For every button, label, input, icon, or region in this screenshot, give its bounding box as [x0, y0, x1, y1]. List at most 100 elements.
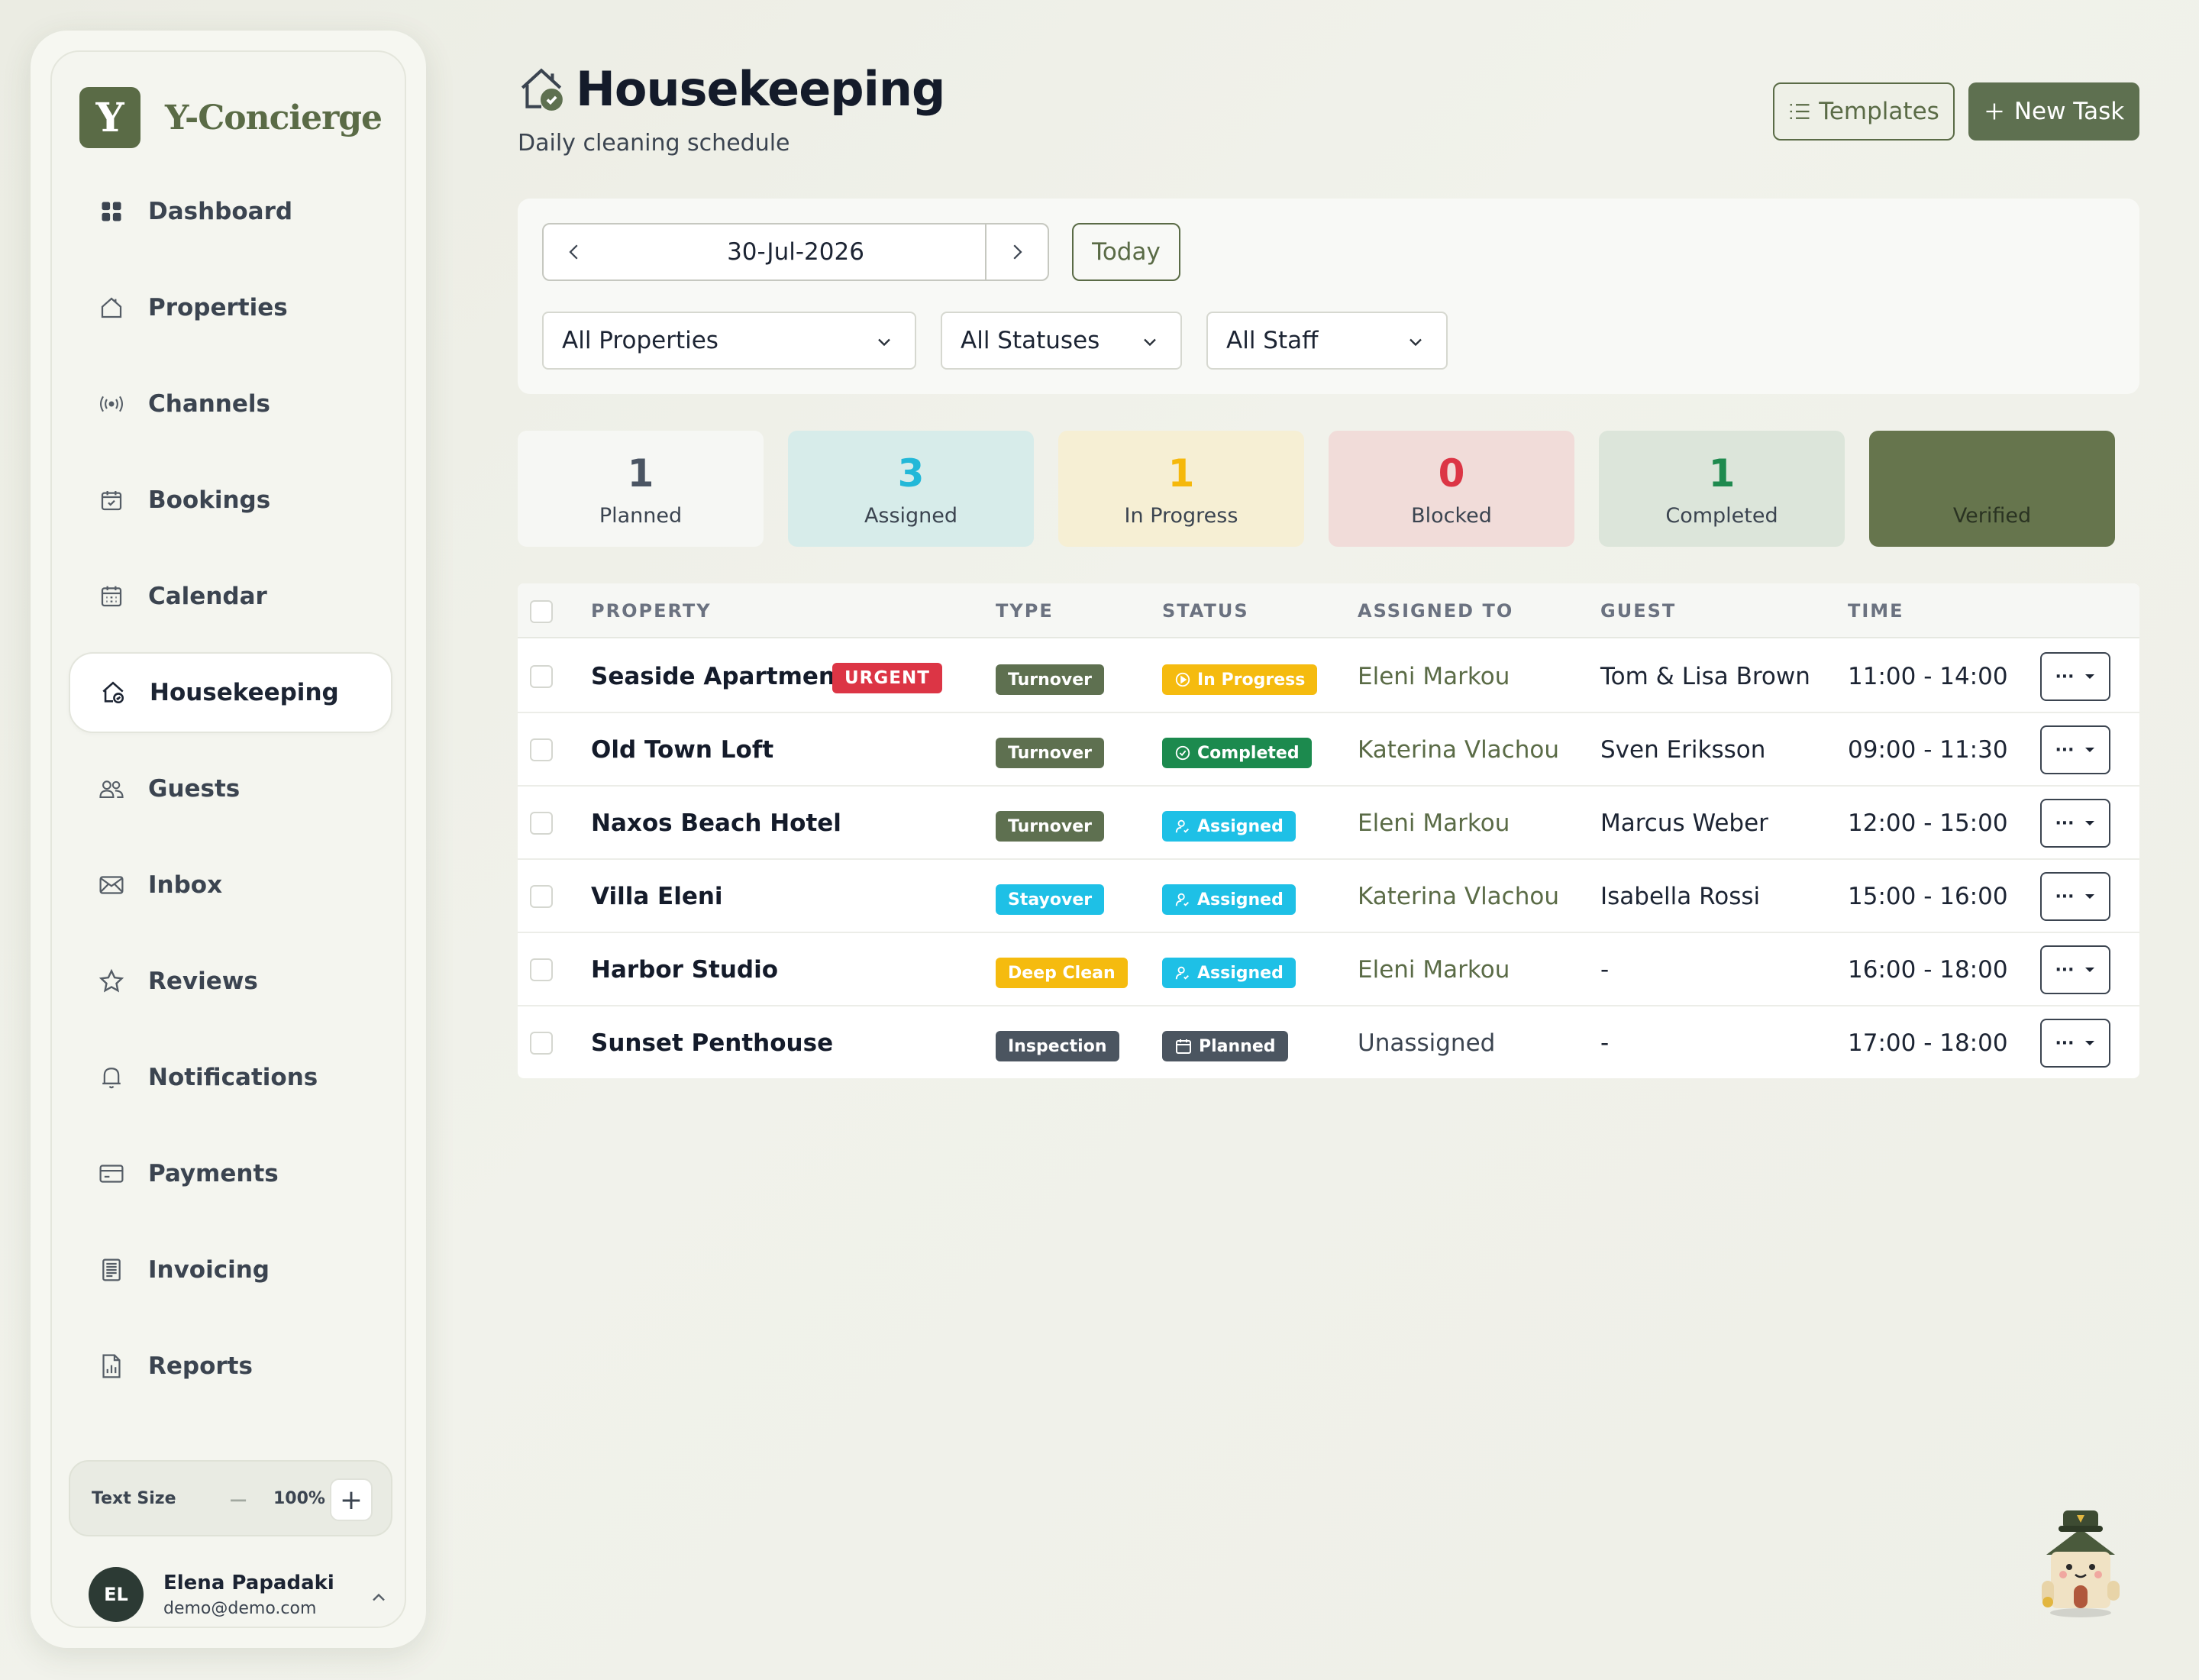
table-row[interactable]: Villa Eleni Stayover Assigned Katerina Vlac…	[518, 860, 2139, 933]
stat-card-blocked[interactable]: 0 Blocked	[1329, 431, 1574, 547]
guest-name: -	[1600, 1029, 1610, 1057]
table-row[interactable]: Old Town Loft Turnover Completed Katerina V…	[518, 713, 2139, 787]
templates-label: Templates	[1819, 98, 1939, 125]
column-header-property[interactable]: PROPERTY	[591, 600, 712, 622]
row-checkbox[interactable]	[530, 958, 553, 981]
row-checkbox[interactable]	[530, 665, 553, 688]
guest-name: Tom & Lisa Brown	[1600, 663, 1810, 690]
status-badge: Planned	[1162, 1031, 1288, 1061]
row-actions-button[interactable]: ···	[2040, 945, 2110, 994]
caret-down-icon	[2084, 892, 2096, 901]
sidebar-item-label: Properties	[148, 294, 288, 321]
sidebar-item-dashboard[interactable]: Dashboard	[69, 171, 392, 252]
sidebar-item-label: Payments	[148, 1160, 279, 1187]
templates-button[interactable]: Templates	[1773, 82, 1955, 141]
assigned-staff: Eleni Markou	[1358, 956, 1510, 984]
sidebar-item-payments[interactable]: Payments	[69, 1133, 392, 1214]
plus-icon	[1986, 103, 2003, 120]
row-checkbox[interactable]	[530, 812, 553, 835]
text-size-increase-button[interactable]: +	[330, 1478, 373, 1521]
row-checkbox[interactable]	[530, 1032, 553, 1055]
brand[interactable]: Y Y-Concierge	[79, 87, 383, 148]
column-header-type[interactable]: TYPE	[996, 600, 1054, 622]
sidebar-item-channels[interactable]: Channels	[69, 363, 392, 444]
type-badge: Inspection	[996, 1031, 1119, 1061]
sidebar-item-guests[interactable]: Guests	[69, 748, 392, 829]
sidebar-item-invoicing[interactable]: Invoicing	[69, 1229, 392, 1310]
grid-icon	[98, 198, 125, 225]
sidebar-item-notifications[interactable]: Notifications	[69, 1037, 392, 1118]
user-name: Elena Papadaki	[163, 1571, 334, 1594]
row-actions-button[interactable]: ···	[2040, 652, 2110, 701]
row-checkbox[interactable]	[530, 885, 553, 908]
user-menu[interactable]: EL Elena Papadaki demo@demo.com	[89, 1567, 334, 1622]
table-row[interactable]: Harbor Studio Deep Clean Assigned Eleni Mar…	[518, 933, 2139, 1006]
column-header-time[interactable]: TIME	[1848, 600, 1904, 622]
play-circle-icon	[1174, 671, 1191, 688]
stat-card-completed[interactable]: 1 Completed	[1599, 431, 1845, 547]
sidebar-item-calendar[interactable]: Calendar	[69, 556, 392, 637]
property-name[interactable]: Harbor Studio	[591, 956, 778, 984]
assigned-staff: Eleni Markou	[1358, 663, 1510, 690]
stat-card-verified[interactable]: Verified	[1869, 431, 2115, 547]
property-name[interactable]: Old Town Loft	[591, 736, 773, 764]
property-name[interactable]: Sunset Penthouse	[591, 1029, 833, 1057]
property-filter-select[interactable]: All Properties	[542, 312, 916, 370]
stat-label: Assigned	[864, 503, 958, 528]
sidebar-shell: Y Y-Concierge Dashboard Properties Channel…	[31, 31, 426, 1648]
table-row[interactable]: Sunset Penthouse Inspection Planned Unassig…	[518, 1006, 2139, 1078]
text-size-value: 100%	[273, 1489, 325, 1508]
chevron-down-icon	[878, 338, 890, 347]
sidebar-item-reviews[interactable]: Reviews	[69, 941, 392, 1022]
stat-count: 1	[1167, 451, 1195, 496]
concierge-mascot-icon[interactable]	[2031, 1506, 2130, 1619]
stat-label: Completed	[1665, 503, 1778, 528]
users-icon	[98, 775, 125, 803]
filter-panel: 30-Jul-2026 Today All Properties All Sta…	[518, 199, 2139, 394]
staff-filter-select[interactable]: All Staff	[1206, 312, 1448, 370]
select-all-checkbox[interactable]	[530, 600, 553, 623]
property-name[interactable]: Villa Eleni	[591, 883, 723, 910]
assigned-staff: Katerina Vlachou	[1358, 736, 1559, 764]
sidebar-item-properties[interactable]: Properties	[69, 267, 392, 348]
row-actions-button[interactable]: ···	[2040, 799, 2110, 848]
brand-logo: Y	[79, 87, 140, 148]
row-actions-button[interactable]: ···	[2040, 872, 2110, 921]
house-icon	[98, 294, 125, 321]
status-filter-select[interactable]: All Statuses	[941, 312, 1182, 370]
stat-card-planned[interactable]: 1 Planned	[518, 431, 764, 547]
row-actions-button[interactable]: ···	[2040, 725, 2110, 774]
chevron-up-icon[interactable]	[368, 1587, 389, 1608]
stat-card-assigned[interactable]: 3 Assigned	[788, 431, 1034, 547]
sidebar-item-label: Guests	[148, 775, 241, 803]
column-header-status[interactable]: STATUS	[1162, 600, 1249, 622]
house-clean-icon	[99, 679, 127, 706]
invoice-icon	[98, 1256, 125, 1284]
caret-down-icon	[2084, 1039, 2096, 1048]
next-day-button[interactable]	[985, 223, 1049, 281]
new-task-button[interactable]: New Task	[1968, 82, 2139, 141]
sidebar-item-bookings[interactable]: Bookings	[69, 460, 392, 541]
date-input[interactable]: 30-Jul-2026	[605, 223, 986, 281]
guest-name: Marcus Weber	[1600, 809, 1768, 837]
type-label: Turnover	[1008, 743, 1092, 763]
property-name[interactable]: Seaside Apartment	[591, 663, 847, 690]
table-row[interactable]: Naxos Beach Hotel Turnover Assigned Eleni M…	[518, 787, 2139, 860]
today-button[interactable]: Today	[1072, 223, 1180, 281]
sidebar-item-housekeeping[interactable]: Housekeeping	[69, 652, 392, 733]
sidebar-item-inbox[interactable]: Inbox	[69, 845, 392, 926]
status-badge: Assigned	[1162, 958, 1296, 988]
column-header-guest[interactable]: GUEST	[1600, 600, 1676, 622]
table-row[interactable]: Seaside Apartment URGENT Turnover In Progre…	[518, 640, 2139, 713]
column-header-assigned-to[interactable]: ASSIGNED TO	[1358, 600, 1513, 622]
text-size-decrease-button[interactable]: −	[220, 1481, 257, 1518]
stat-card-in-progress[interactable]: 1 In Progress	[1058, 431, 1304, 547]
row-checkbox[interactable]	[530, 738, 553, 761]
sidebar-item-reports[interactable]: Reports	[69, 1326, 392, 1407]
property-name[interactable]: Naxos Beach Hotel	[591, 809, 841, 837]
staff-filter-value: All Staff	[1226, 327, 1319, 354]
row-actions-button[interactable]: ···	[2040, 1019, 2110, 1068]
sidebar-item-label: Invoicing	[148, 1256, 270, 1284]
chevron-left-icon	[569, 244, 578, 260]
previous-day-button[interactable]	[542, 223, 606, 281]
